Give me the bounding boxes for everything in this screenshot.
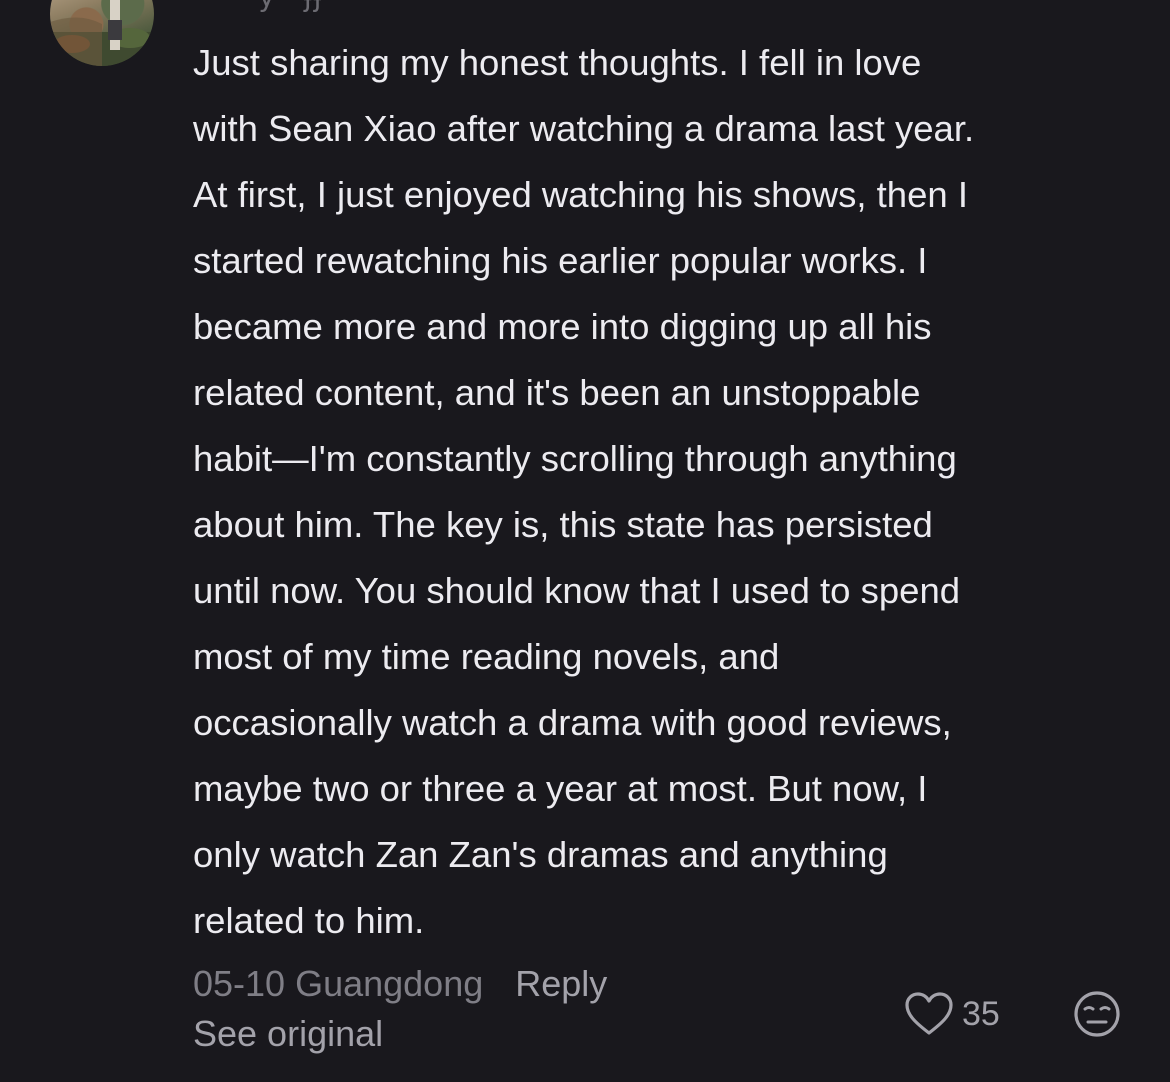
comment-text-line: about him. The key is, this state has pe…	[193, 504, 933, 545]
see-original-link[interactable]: See original	[193, 1013, 383, 1055]
comment-text-line: with Sean Xiao after watching a drama la…	[193, 108, 975, 149]
comment-text-line: related content, and it's been an unstop…	[193, 372, 921, 413]
reply-button[interactable]: Reply	[515, 963, 607, 1005]
avatar[interactable]	[50, 0, 154, 66]
comment-text-line: habit—I'm constantly scrolling through a…	[193, 438, 957, 479]
unamused-face-icon	[1074, 991, 1120, 1037]
username[interactable]: · · · y ˙ɉɉ	[193, 0, 323, 13]
comment-text-line: maybe two or three a year at most. But n…	[193, 768, 928, 809]
comment-text-line: until now. You should know that I used t…	[193, 570, 961, 611]
avatar-photo	[50, 0, 154, 66]
comment-text-line: Just sharing my honest thoughts. I fell …	[193, 42, 922, 83]
comment-text-line: started rewatching his earlier popular w…	[193, 240, 928, 281]
comment-text-line: related to him.	[193, 900, 425, 941]
comment-text-line: occasionally watch a drama with good rev…	[193, 702, 952, 743]
comment-text: Just sharing my honest thoughts. I fell …	[193, 30, 1143, 954]
comment-text-line: only watch Zan Zan's dramas and anything	[193, 834, 888, 875]
like-button[interactable]: 35	[904, 990, 1000, 1038]
comment-text-line: At first, I just enjoyed watching his sh…	[193, 174, 968, 215]
comment-meta: 05-10 Guangdong Reply	[193, 960, 607, 1008]
comment-text-line: most of my time reading novels, and	[193, 636, 780, 677]
like-count: 35	[962, 994, 1000, 1033]
comment-date-location: 05-10 Guangdong	[193, 963, 484, 1004]
dislike-button[interactable]	[1073, 990, 1121, 1038]
heart-outline-icon	[905, 992, 953, 1035]
comment-text-line: became more and more into digging up all…	[193, 306, 932, 347]
comment-item: · · · y ˙ɉɉ Just sharing my honest thoug…	[0, 0, 1170, 1082]
